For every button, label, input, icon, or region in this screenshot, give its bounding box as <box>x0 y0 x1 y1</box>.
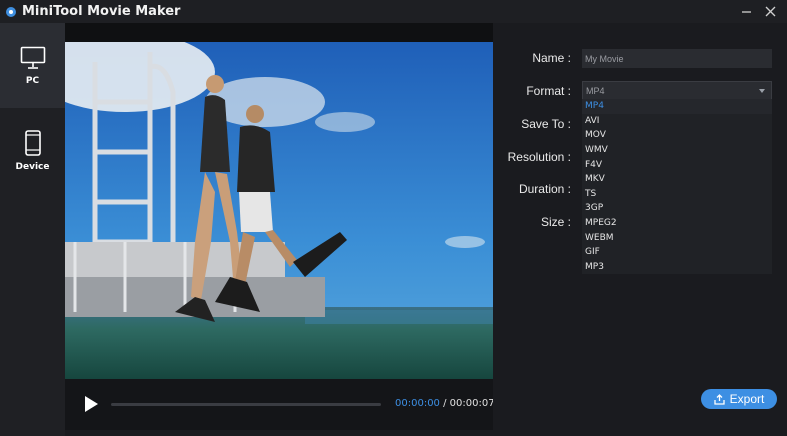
format-option-wmv[interactable]: WMV <box>582 143 772 158</box>
sidebar-item-label: PC <box>25 75 40 86</box>
name-label: Name : <box>532 51 571 65</box>
minimize-icon[interactable] <box>735 0 757 23</box>
app-title: MiniTool Movie Maker <box>22 4 181 19</box>
export-label: Export <box>729 392 765 406</box>
total-time: 00:00:07 <box>449 398 495 409</box>
format-option-mkv[interactable]: MKV <box>582 172 772 187</box>
monitor-icon <box>20 46 45 69</box>
format-value: MP4 <box>586 85 605 96</box>
duration-label: Duration : <box>518 182 571 196</box>
seek-bar[interactable] <box>111 403 381 406</box>
player-controls: 00:00:00 / 00:00:07 <box>65 379 495 430</box>
time-separator: / <box>443 398 447 409</box>
format-option-gif[interactable]: GIF <box>582 245 772 260</box>
format-select[interactable]: MP4 <box>582 81 772 100</box>
size-label: Size : <box>540 215 571 229</box>
format-option-mp4[interactable]: MP4 <box>582 99 772 114</box>
sidebar-item-label: Device <box>15 161 50 172</box>
format-option-avi[interactable]: AVI <box>582 114 772 129</box>
close-icon[interactable] <box>759 0 781 23</box>
format-option-3gp[interactable]: 3GP <box>582 201 772 216</box>
format-option-ts[interactable]: TS <box>582 187 772 202</box>
play-icon[interactable] <box>83 395 99 413</box>
chevron-down-icon <box>759 89 765 93</box>
sidebar-item-device[interactable]: Device <box>0 108 65 193</box>
current-time: 00:00:00 <box>395 398 440 409</box>
upload-icon <box>714 393 725 405</box>
save-to-label: Save To : <box>521 117 571 131</box>
sidebar-item-pc[interactable]: PC <box>0 23 65 108</box>
format-label: Format : <box>526 84 571 98</box>
format-option-mpeg2[interactable]: MPEG2 <box>582 216 772 231</box>
format-dropdown: MP4 AVI MOV WMV F4V MKV TS 3GP MPEG2 WEB… <box>582 99 772 275</box>
phone-icon <box>24 129 41 156</box>
export-button[interactable]: Export <box>701 389 777 409</box>
name-field[interactable]: My Movie <box>582 49 772 68</box>
app-logo-icon <box>6 6 16 17</box>
resolution-label: Resolution : <box>507 150 571 164</box>
format-option-mp3[interactable]: MP3 <box>582 260 772 275</box>
format-option-mov[interactable]: MOV <box>582 128 772 143</box>
preview-panel: 00:00:00 / 00:00:07 <box>65 23 495 430</box>
export-settings-panel: Name : My Movie Format : MP4 Save To : R… <box>493 23 787 436</box>
video-frame <box>65 42 493 379</box>
format-option-f4v[interactable]: F4V <box>582 157 772 172</box>
format-option-webm[interactable]: WEBM <box>582 230 772 245</box>
sidebar: PC Device <box>0 23 65 436</box>
title-bar: MiniTool Movie Maker <box>0 0 787 23</box>
time-display: 00:00:00 / 00:00:07 <box>395 398 495 409</box>
